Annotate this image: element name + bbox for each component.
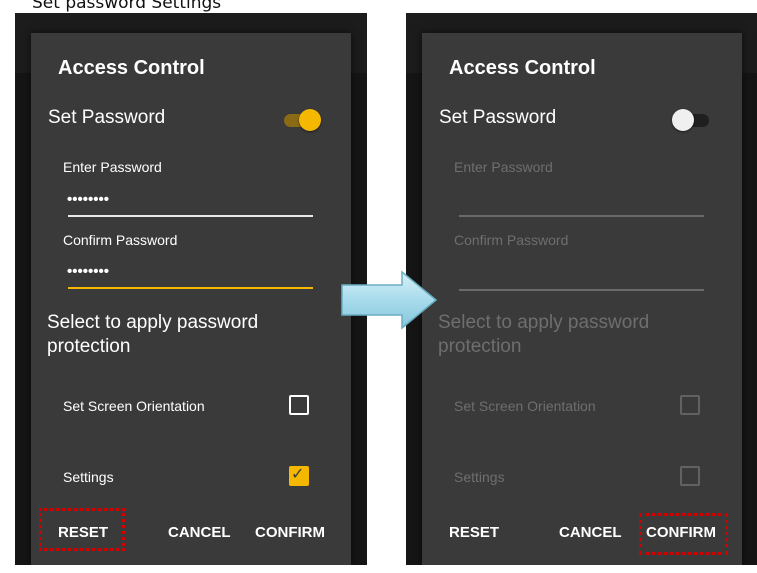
reset-button[interactable]: RESET — [58, 524, 108, 541]
option-label-settings: Settings — [63, 469, 114, 485]
screen-orientation-checkbox[interactable] — [289, 395, 309, 415]
option-label-screen-orientation: Set Screen Orientation — [454, 398, 596, 414]
dialog-title: Access Control — [58, 57, 205, 79]
option-label-screen-orientation: Set Screen Orientation — [63, 398, 205, 414]
settings-checkbox[interactable]: ✓ — [289, 466, 309, 486]
confirm-button[interactable]: CONFIRM — [255, 524, 325, 541]
confirm-password-input[interactable]: •••••••• — [67, 263, 109, 280]
cancel-button[interactable]: CANCEL — [559, 524, 622, 541]
checkmark-icon: ✓ — [291, 466, 305, 483]
enter-password-underline[interactable] — [459, 215, 704, 217]
enter-password-label: Enter Password — [454, 159, 553, 175]
caption-text: Set password Settings — [32, 0, 222, 13]
confirm-button[interactable]: CONFIRM — [646, 524, 716, 541]
confirm-password-label: Confirm Password — [63, 232, 178, 248]
switch-thumb — [299, 109, 321, 131]
set-password-label: Set Password — [439, 107, 557, 128]
confirm-password-label: Confirm Password — [454, 232, 569, 248]
screen-orientation-checkbox[interactable] — [680, 395, 700, 415]
left-screen: Access Control Set Password Enter Passwo… — [15, 13, 367, 565]
confirm-password-underline-focused — [68, 287, 313, 289]
section-description: Select to apply password protection — [47, 312, 259, 357]
enter-password-input[interactable]: •••••••• — [67, 191, 109, 208]
set-password-label: Set Password — [48, 107, 166, 128]
confirm-password-underline[interactable] — [459, 289, 704, 291]
reset-button[interactable]: RESET — [449, 524, 499, 541]
enter-password-label: Enter Password — [63, 159, 162, 175]
cancel-button[interactable]: CANCEL — [168, 524, 231, 541]
switch-thumb — [672, 109, 694, 131]
transition-arrow-icon — [341, 270, 438, 330]
enter-password-underline — [68, 215, 313, 217]
option-label-settings: Settings — [454, 469, 505, 485]
settings-checkbox[interactable] — [680, 466, 700, 486]
right-screen: Access Control Set Password Enter Passwo… — [406, 13, 757, 565]
access-control-dialog: Access Control Set Password Enter Passwo… — [422, 33, 742, 565]
set-password-switch[interactable] — [672, 108, 712, 132]
set-password-switch[interactable] — [281, 108, 321, 132]
access-control-dialog: Access Control Set Password Enter Passwo… — [31, 33, 351, 565]
dialog-title: Access Control — [449, 57, 596, 79]
section-description: Select to apply password protection — [438, 312, 650, 357]
